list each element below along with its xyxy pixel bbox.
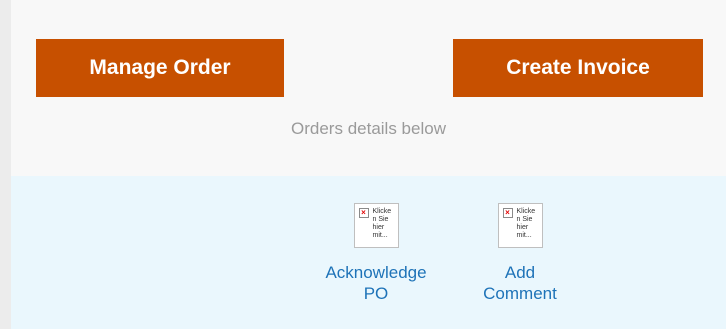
add-comment-action[interactable]: × Klicke n Sie hier mit... Add Comment <box>470 203 570 304</box>
broken-image-icon[interactable]: × Klicke n Sie hier mit... <box>353 203 399 248</box>
add-comment-link[interactable]: Add Comment <box>483 262 557 304</box>
create-invoice-button[interactable]: Create Invoice <box>453 39 703 97</box>
orders-details-caption: Orders details below <box>291 119 446 138</box>
image-alt-text: Klicke n Sie hier mit... <box>516 208 536 239</box>
create-invoice-label: Create Invoice <box>506 56 650 79</box>
broken-image-icon[interactable]: × Klicke n Sie hier mit... <box>497 203 543 248</box>
manage-order-label: Manage Order <box>89 56 231 79</box>
acknowledge-po-action[interactable]: × Klicke n Sie hier mit... Acknowledge P… <box>311 203 441 304</box>
manage-order-button[interactable]: Manage Order <box>36 39 284 97</box>
broken-image-x-icon: × <box>358 208 369 218</box>
image-alt-text: Klicke n Sie hier mit... <box>372 208 392 239</box>
left-border <box>0 0 11 329</box>
broken-image-x-icon: × <box>502 208 513 218</box>
acknowledge-po-link[interactable]: Acknowledge PO <box>325 262 426 304</box>
